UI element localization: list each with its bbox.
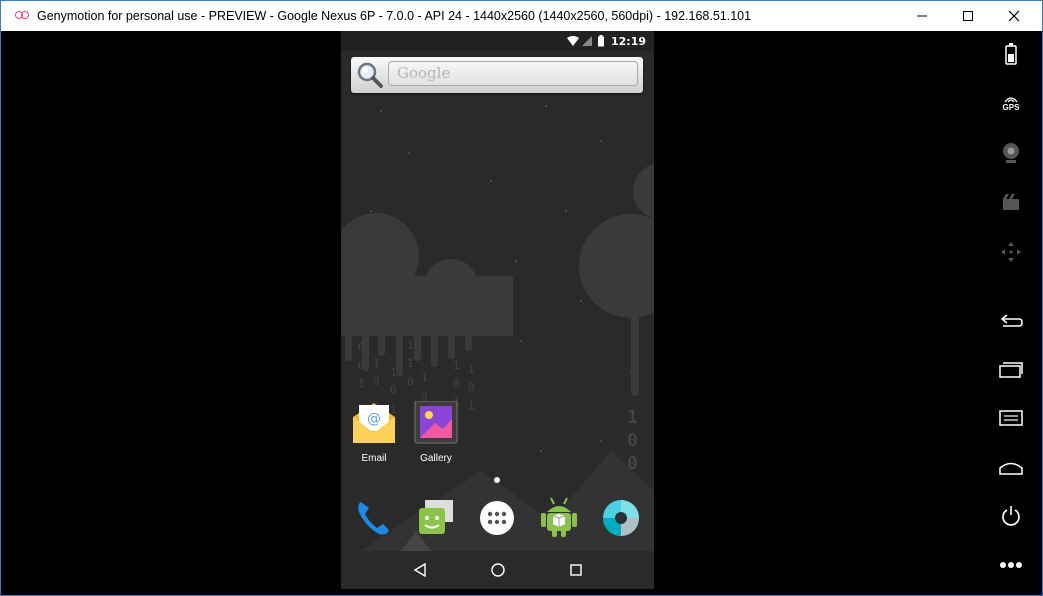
nav-back-icon[interactable]: [413, 563, 427, 577]
home-icon: [999, 462, 1023, 475]
back-button[interactable]: [986, 305, 1036, 335]
page-indicator: [494, 477, 500, 483]
device-viewport: 001 10 101 110 101 101 101 100: [8, 31, 1037, 589]
menu-icon: [999, 410, 1023, 426]
title-bar[interactable]: Genymotion for personal use - PREVIEW - …: [1, 1, 1042, 31]
gps-label: GPS: [1002, 102, 1020, 112]
battery-button[interactable]: [986, 39, 1036, 69]
app-drawer-icon: [480, 501, 514, 535]
svg-text:1: 1: [468, 399, 475, 412]
svg-text:@: @: [367, 411, 381, 427]
svg-text:0: 0: [407, 375, 414, 388]
back-icon: [1000, 314, 1023, 327]
close-icon: [1008, 10, 1020, 22]
svg-text:0: 0: [358, 341, 365, 354]
more-icon: [1000, 562, 1022, 568]
svg-text:1: 1: [390, 366, 397, 379]
signal-icon: [581, 36, 592, 46]
battery-icon: [1005, 43, 1017, 65]
power-button[interactable]: [986, 501, 1036, 531]
svg-text:0: 0: [468, 381, 475, 394]
search-input[interactable]: Google: [388, 61, 638, 86]
android-nav-bar: [341, 551, 654, 589]
svg-text:0: 0: [627, 430, 638, 451]
home-button[interactable]: [986, 452, 1036, 482]
svg-text:0: 0: [390, 383, 397, 396]
gallery-icon: [414, 400, 458, 444]
webcam-button[interactable]: [986, 138, 1036, 168]
status-time: 12:19: [610, 34, 646, 48]
webcam-icon: [1003, 143, 1019, 163]
email-icon: @: [353, 403, 395, 443]
dock-messaging[interactable]: [415, 498, 455, 542]
wifi-icon: [566, 36, 579, 46]
svg-text:1: 1: [407, 357, 414, 370]
nav-home-icon[interactable]: [490, 562, 506, 578]
camera-icon: [603, 500, 639, 536]
nav-recents-icon[interactable]: [569, 563, 583, 577]
maximize-button[interactable]: [945, 1, 991, 31]
gps-button[interactable]: GPS: [986, 88, 1036, 118]
menu-button[interactable]: [986, 403, 1036, 433]
google-search-widget[interactable]: Google: [351, 57, 643, 93]
messaging-icon: [419, 500, 453, 534]
dock-phone[interactable]: [353, 498, 393, 542]
status-bar: 12:19: [341, 31, 654, 51]
wallpaper: 001 10 101 110 101 101 101 100: [341, 90, 654, 551]
svg-text:1: 1: [453, 359, 460, 372]
capture-icon: [1003, 194, 1019, 210]
svg-text:1: 1: [407, 339, 414, 352]
battery-status-icon: [597, 35, 604, 47]
close-button[interactable]: [991, 1, 1037, 31]
genymotion-logo-icon: [15, 11, 31, 21]
svg-text:1: 1: [373, 357, 380, 370]
phone-screen[interactable]: 001 10 101 110 101 101 101 100: [341, 31, 654, 589]
svg-text:0: 0: [453, 377, 460, 390]
recent-apps-icon: [999, 362, 1023, 378]
app-gallery[interactable]: Gallery: [408, 400, 464, 464]
gps-icon: [1004, 96, 1018, 102]
power-icon: [1002, 506, 1020, 526]
svg-text:1: 1: [627, 407, 638, 428]
phone-icon: [358, 502, 389, 535]
recent-apps-button[interactable]: [986, 354, 1036, 384]
genymotion-window: Genymotion for personal use - PREVIEW - …: [0, 0, 1043, 596]
svg-text:1: 1: [468, 363, 475, 376]
svg-text:1: 1: [421, 371, 428, 384]
minimize-button[interactable]: [899, 1, 945, 31]
dpad-icon: [1001, 242, 1021, 262]
android-market-icon: [541, 497, 577, 537]
more-button[interactable]: [986, 550, 1036, 580]
dock-android-market[interactable]: [539, 496, 579, 542]
app-email[interactable]: @ Email: [346, 401, 402, 464]
window-title: Genymotion for personal use - PREVIEW - …: [37, 9, 752, 23]
app-label: Email: [361, 453, 387, 464]
minimize-icon: [917, 15, 927, 17]
dpad-button[interactable]: [986, 237, 1036, 267]
svg-text:1: 1: [358, 377, 365, 390]
genymotion-toolbar: GPS: [986, 31, 1036, 589]
dock-camera[interactable]: [601, 498, 641, 542]
maximize-icon: [963, 11, 973, 21]
app-label: Gallery: [420, 453, 452, 464]
svg-text:0: 0: [373, 375, 380, 388]
svg-text:0: 0: [358, 359, 365, 372]
dock-app-drawer[interactable]: [477, 498, 517, 542]
capture-button[interactable]: [986, 187, 1036, 217]
search-icon: [357, 62, 383, 88]
